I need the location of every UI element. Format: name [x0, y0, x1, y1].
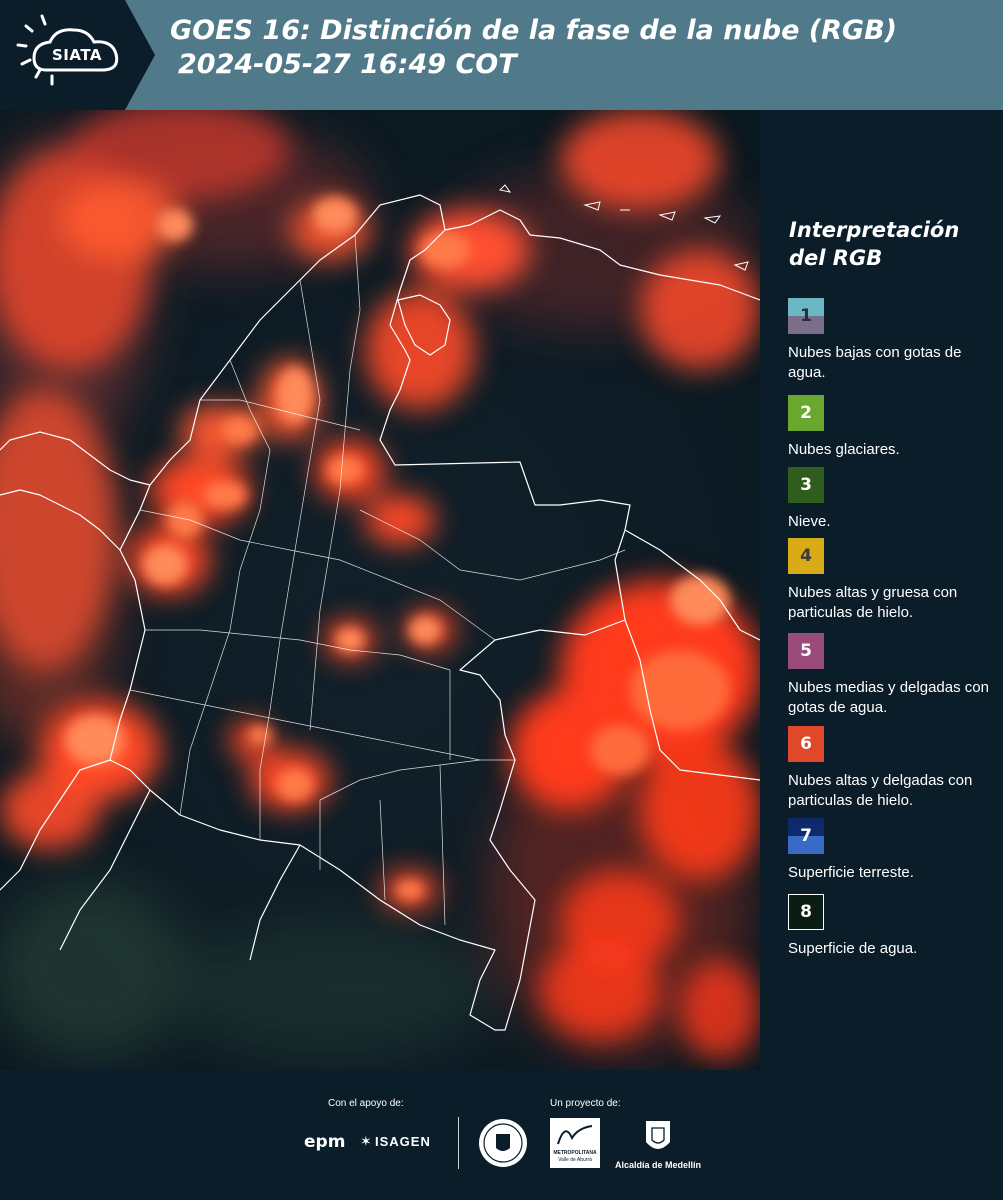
legend-item-1: 1 Nubes bajas con gotas de agua. [788, 298, 1000, 382]
legend-number-2: 2 [800, 403, 812, 423]
alcaldia-caption: Alcaldía de Medellín [614, 1160, 702, 1170]
legend-item-7: 7 Superficie terreste. [788, 818, 1000, 883]
legend-number-1: 1 [800, 306, 812, 326]
legend-label-2: Nubes glaciares. [788, 441, 900, 458]
university-seal [478, 1118, 528, 1168]
page-title: GOES 16: Distinción de la fase de la nub… [170, 14, 897, 82]
support-label: Con el apoyo de: [328, 1098, 404, 1109]
legend-label-5: Nubes medias y delgadas con gotas de agu… [788, 679, 989, 716]
header-bar: SIATA GOES 16: Distinción de la fase de … [0, 0, 1003, 110]
legend-swatch-2: 2 [788, 395, 824, 431]
legend-label-4: Nubes altas y gruesa con particulas de h… [788, 584, 958, 621]
isagen-logo: ISAGEN [375, 1134, 431, 1149]
legend-number-5: 5 [800, 641, 812, 661]
legend-number-4: 4 [800, 546, 812, 566]
legend-number-7: 7 [800, 826, 812, 846]
legend-swatch-8: 8 [788, 894, 824, 930]
legend-number-8: 8 [800, 902, 812, 922]
area-metropolitana-logo: METROPOLITANA Valle de Aburrá [550, 1118, 600, 1168]
medellin-shield [643, 1118, 673, 1158]
legend-label-7: Superficie terreste. [788, 864, 914, 881]
legend-label-6: Nubes altas y delgadas con particulas de… [788, 772, 973, 809]
footer-divider [458, 1117, 459, 1169]
legend-swatch-3: 3 [788, 467, 824, 503]
title-line-2: 2024-05-27 16:49 COT [178, 48, 517, 80]
legend-item-6: 6 Nubes altas y delgadas con particulas … [788, 726, 1000, 810]
legend-swatch-1: 1 [788, 298, 824, 334]
area-caption-line-1: METROPOLITANA [553, 1150, 597, 1156]
legend-number-6: 6 [800, 734, 812, 754]
project-label: Un proyecto de: [550, 1098, 621, 1109]
legend-item-4: 4 Nubes altas y gruesa con particulas de… [788, 538, 1000, 622]
title-line-1: GOES 16: Distinción de la fase de la nub… [170, 15, 897, 46]
legend-swatch-5: 5 [788, 633, 824, 669]
legend-label-8: Superficie de agua. [788, 940, 918, 957]
legend-swatch-4: 4 [788, 538, 824, 574]
legend-item-5: 5 Nubes medias y delgadas con gotas de a… [788, 633, 1000, 717]
siata-logo: SIATA [0, 0, 155, 110]
area-icon [557, 1125, 593, 1145]
satellite-map-canvas [0, 110, 760, 1070]
epm-logo: epm [304, 1132, 346, 1152]
legend-swatch-7: 7 [788, 818, 824, 854]
legend-swatch-6: 6 [788, 726, 824, 762]
logo-text: SIATA [52, 46, 103, 64]
seal-icon [479, 1119, 527, 1167]
satellite-map[interactable] [0, 110, 760, 1070]
footer-bar: Con el apoyo de: Un proyecto de: epm ✶ I… [0, 1070, 1003, 1200]
legend-label-3: Nieve. [788, 513, 831, 530]
legend-title: Interpretación del RGB [789, 216, 989, 273]
legend-item-2: 2 Nubes glaciares. [788, 395, 1000, 460]
legend-panel: Interpretación del RGB 1 Nubes bajas con… [760, 110, 1003, 1070]
legend-item-3: 3 Nieve. [788, 467, 1000, 532]
legend-title-line-1: Interpretación [789, 218, 960, 242]
isagen-icon: ✶ [360, 1134, 372, 1150]
legend-item-8: 8 Superficie de agua. [788, 894, 1000, 959]
area-caption-line-2: Valle de Aburrá [558, 1157, 592, 1163]
legend-title-line-2: del RGB [789, 246, 883, 271]
legend-number-3: 3 [800, 475, 812, 495]
legend-label-1: Nubes bajas con gotas de agua. [788, 344, 962, 381]
shield-icon [646, 1121, 670, 1149]
